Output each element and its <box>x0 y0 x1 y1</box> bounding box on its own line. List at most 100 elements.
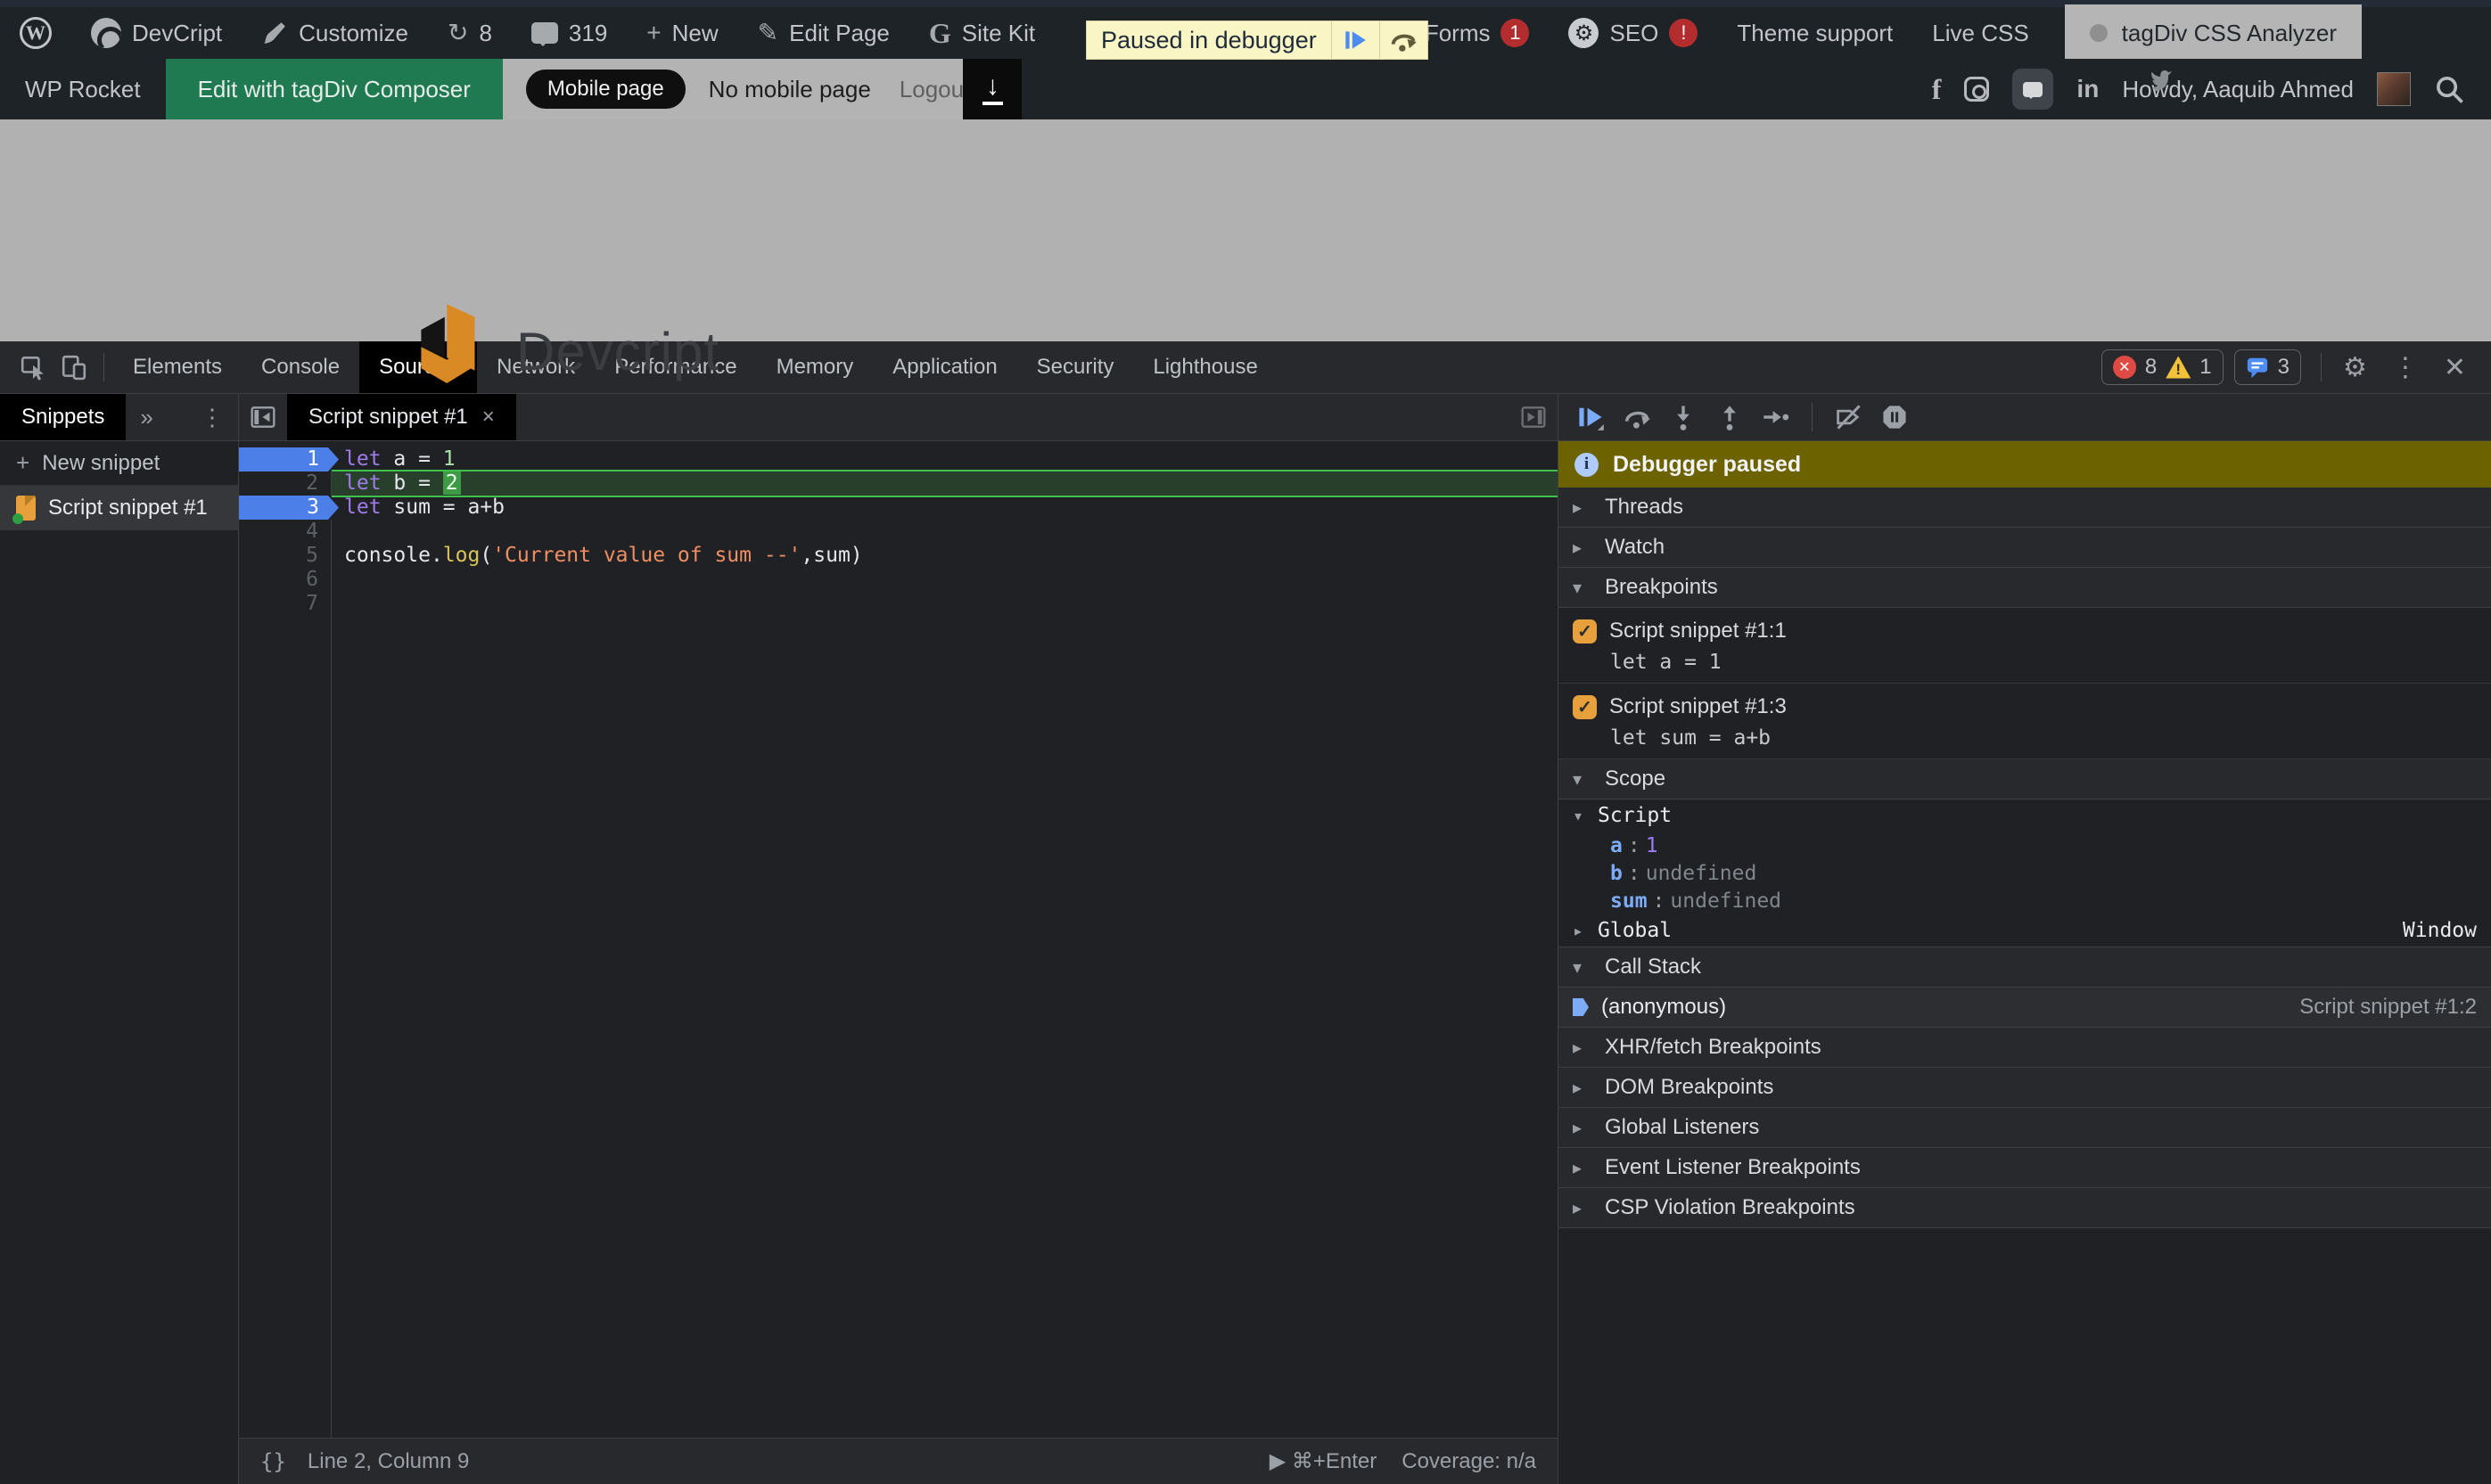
code-content[interactable]: let sum = a+b <box>332 496 1558 520</box>
scope-global-group[interactable]: ▸ Global Window <box>1558 914 2491 947</box>
wordpress-menu[interactable]: W <box>0 7 71 59</box>
mobile-page-button[interactable]: Mobile page <box>526 70 686 109</box>
close-tab-icon[interactable]: × <box>482 405 495 430</box>
section-global-listeners[interactable]: ▸ Global Listeners <box>1558 1108 2491 1148</box>
snippet-item[interactable]: Script snippet #1 <box>0 486 238 530</box>
seo-menu[interactable]: ⚙ SEO ! <box>1549 7 1717 59</box>
show-right-panel-button[interactable] <box>1509 404 1558 430</box>
logout-link[interactable]: Logout <box>900 76 971 103</box>
step-out-button[interactable] <box>1710 398 1749 437</box>
code-line[interactable]: 7 <box>239 592 1558 616</box>
code-content[interactable] <box>332 592 1558 616</box>
wp-rocket-menu[interactable]: WP Rocket <box>0 59 166 119</box>
more-options-button[interactable]: ⋮ <box>2380 352 2431 383</box>
code-line[interactable]: 1let a = 1 <box>239 447 1558 471</box>
site-kit-menu[interactable]: G Site Kit <box>909 7 1055 59</box>
code-content[interactable]: console.log('Current value of sum --',su… <box>332 544 1558 568</box>
avatar[interactable] <box>2377 72 2411 106</box>
resume-button[interactable] <box>1571 398 1610 437</box>
sidebar-kebab-menu[interactable]: ⋮ <box>186 404 238 431</box>
section-event-listener-breakpoints[interactable]: ▸ Event Listener Breakpoints <box>1558 1148 2491 1188</box>
section-watch[interactable]: ▸ Watch <box>1558 528 2491 568</box>
code-content[interactable]: let b = 2 <box>332 470 1558 497</box>
code-line[interactable]: 5console.log('Current value of sum --',s… <box>239 544 1558 568</box>
facebook-icon[interactable]: f <box>1932 73 1942 106</box>
updates-menu[interactable]: ↻ 8 <box>428 7 512 59</box>
inspect-element-button[interactable] <box>12 347 53 388</box>
code-content[interactable] <box>332 568 1558 592</box>
close-devtools-button[interactable]: ✕ <box>2431 352 2479 383</box>
theme-support-menu[interactable]: Theme support <box>1717 7 1912 59</box>
step-over-button[interactable] <box>1379 21 1427 59</box>
site-logo[interactable]: Devcript <box>416 298 719 405</box>
line-number[interactable]: 6 <box>239 568 332 592</box>
step-into-button[interactable] <box>1664 398 1703 437</box>
comments-menu[interactable]: 319 <box>512 7 627 59</box>
errors-warnings-badge[interactable]: ✕ 8 ! 1 <box>2101 349 2224 385</box>
tab-console[interactable]: Console <box>242 341 359 393</box>
code-line[interactable]: 2let b = 2 <box>239 471 1558 496</box>
line-number[interactable]: 7 <box>239 592 332 616</box>
breakpoint-marker[interactable]: 1 <box>239 447 339 471</box>
section-dom-breakpoints[interactable]: ▸ DOM Breakpoints <box>1558 1068 2491 1108</box>
tab-elements[interactable]: Elements <box>113 341 242 393</box>
chat-bubble-icon[interactable] <box>2012 69 2053 110</box>
code-line[interactable]: 4 <box>239 520 1558 544</box>
scope-script-group[interactable]: ▾ Script <box>1558 799 2491 832</box>
tab-application[interactable]: Application <box>873 341 1016 393</box>
device-toolbar-button[interactable] <box>53 347 95 388</box>
step-button[interactable] <box>1756 398 1796 437</box>
tagdiv-css-analyzer-button[interactable]: tagDiv CSS Analyzer <box>2065 4 2362 61</box>
collapse-left-panel-button[interactable] <box>239 404 287 430</box>
scope-variable[interactable]: b: undefined <box>1558 859 2491 887</box>
issues-badge[interactable]: 3 <box>2234 349 2301 385</box>
howdy-account-menu[interactable]: Howdy, Aaquib Ahmed <box>2122 76 2354 103</box>
section-threads[interactable]: ▸ Threads <box>1558 488 2491 528</box>
no-mobile-page-label[interactable]: No mobile page <box>709 76 871 103</box>
customize-menu[interactable]: Customize <box>242 7 428 59</box>
breakpoint-checkbox[interactable]: ✓ <box>1573 619 1597 644</box>
search-icon[interactable] <box>2434 74 2464 104</box>
code-line[interactable]: 6 <box>239 568 1558 592</box>
snippets-tab[interactable]: Snippets <box>0 394 126 440</box>
new-snippet-button[interactable]: + New snippet <box>0 441 238 486</box>
section-scope[interactable]: ▾ Scope <box>1558 759 2491 799</box>
tab-security[interactable]: Security <box>1017 341 1134 393</box>
code-line[interactable]: 3let sum = a+b <box>239 496 1558 520</box>
section-breakpoints[interactable]: ▾ Breakpoints <box>1558 568 2491 608</box>
tagdiv-composer-button[interactable]: Edit with tagDiv Composer <box>166 59 503 119</box>
breakpoint-marker[interactable]: 3 <box>239 496 339 520</box>
section-call-stack[interactable]: ▾ Call Stack <box>1558 947 2491 988</box>
instagram-icon[interactable] <box>1964 77 1989 102</box>
more-tabs-chevron[interactable]: » <box>126 404 167 431</box>
new-content-menu[interactable]: + New <box>627 7 737 59</box>
live-css-menu[interactable]: Live CSS <box>1912 7 2048 59</box>
code-content[interactable] <box>332 520 1558 544</box>
download-button[interactable]: ↓ <box>963 59 1022 119</box>
pause-on-exceptions-button[interactable] <box>1875 398 1914 437</box>
settings-gear-button[interactable]: ⚙ <box>2331 352 2380 383</box>
scope-variable[interactable]: sum: undefined <box>1558 887 2491 914</box>
edit-page-menu[interactable]: ✎ Edit Page <box>738 7 909 59</box>
call-stack-frame[interactable]: (anonymous) Script snippet #1:2 <box>1558 988 2491 1028</box>
linkedin-icon[interactable]: in <box>2076 75 2099 103</box>
step-over-button[interactable] <box>1617 398 1657 437</box>
code-content[interactable]: let a = 1 <box>332 447 1558 471</box>
section-xhr-breakpoints[interactable]: ▸ XHR/fetch Breakpoints <box>1558 1028 2491 1068</box>
tab-memory[interactable]: Memory <box>757 341 874 393</box>
pretty-print-button[interactable]: {} <box>260 1449 286 1474</box>
tab-lighthouse[interactable]: Lighthouse <box>1133 341 1277 393</box>
section-csp-violation-breakpoints[interactable]: ▸ CSP Violation Breakpoints <box>1558 1188 2491 1228</box>
breakpoint-entry[interactable]: ✓ Script snippet #1:3 let sum = a+b <box>1558 684 2491 759</box>
line-number[interactable]: 5 <box>239 544 332 568</box>
line-number[interactable]: 4 <box>239 520 332 544</box>
scope-variable[interactable]: a: 1 <box>1558 832 2491 859</box>
breakpoint-entry[interactable]: ✓ Script snippet #1:1 let a = 1 <box>1558 608 2491 684</box>
site-name-menu[interactable]: DevCript <box>71 7 242 59</box>
code-editor[interactable]: 1let a = 12let b = 23let sum = a+b45cons… <box>239 441 1558 1438</box>
line-number[interactable]: 2 <box>239 471 332 496</box>
resume-script-button[interactable] <box>1331 21 1379 59</box>
deactivate-breakpoints-button[interactable] <box>1829 398 1868 437</box>
editor-empty-area[interactable] <box>239 616 1558 1438</box>
breakpoint-checkbox[interactable]: ✓ <box>1573 695 1597 719</box>
